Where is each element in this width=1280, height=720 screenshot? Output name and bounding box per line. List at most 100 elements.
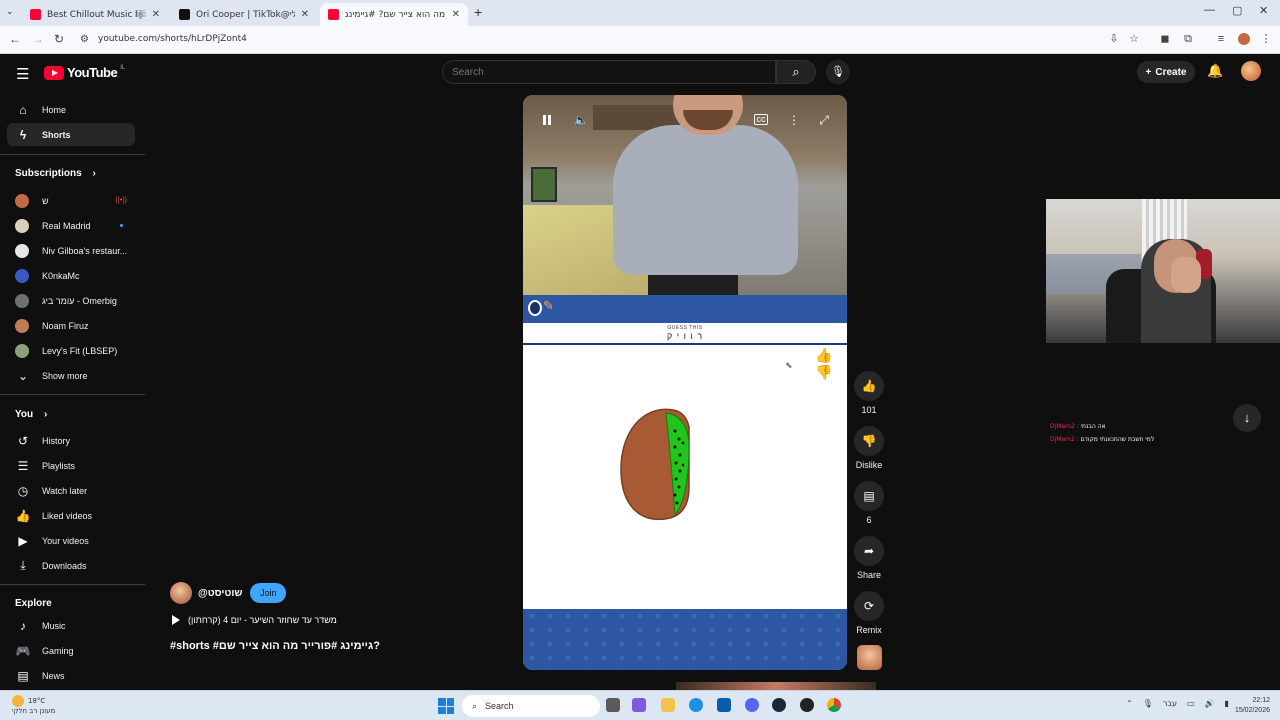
dislike-button[interactable]: 👎 Dislike: [852, 426, 886, 470]
sidebar-item-home[interactable]: ⌂ Home: [7, 98, 135, 121]
address-bar[interactable]: youtube.com/shorts/hLrDPjZont4: [98, 34, 247, 44]
search-button[interactable]: ⌕: [776, 60, 816, 84]
site-info-icon[interactable]: ⚙: [80, 34, 89, 45]
store-icon[interactable]: [717, 698, 731, 712]
browser-tab-2[interactable]: Ori Cooper | TikTok@ניצה אולי ✕: [171, 3, 317, 26]
share-icon: ➦: [854, 536, 884, 566]
sidebar-item-gaming[interactable]: 🎮 Gaming: [7, 639, 135, 662]
thumbs-up-icon: 👍: [854, 371, 884, 401]
sidebar-item-liked-videos[interactable]: 👍 Liked videos: [7, 504, 135, 527]
next-short-button[interactable]: ↓: [1233, 404, 1261, 432]
windows-start-icon[interactable]: [438, 698, 454, 714]
video-title[interactable]: #shorts #גיימינג #פורייר מה הוא צייר שם?: [170, 640, 380, 652]
sidebar-item-subscription[interactable]: עומר ביג - Omerbig: [7, 289, 135, 312]
tab-search-icon[interactable]: ⌄: [6, 6, 14, 17]
fullscreen-icon[interactable]: ⤢: [814, 112, 834, 128]
sidebar-item-subscription[interactable]: Real Madrid: [7, 214, 135, 237]
discord-icon[interactable]: [745, 698, 759, 712]
search-input[interactable]: [443, 61, 775, 83]
sidebar-item-shorts[interactable]: ϟ Shorts: [7, 123, 135, 146]
channel-avatar: [15, 218, 29, 233]
chrome-icon[interactable]: [827, 698, 841, 712]
playlist-link[interactable]: משדר עד שחוזר השיער - יום 4 (קרחתון): [172, 615, 337, 625]
extension-icon[interactable]: ◼: [1159, 33, 1171, 45]
reload-button[interactable]: ↻: [54, 32, 64, 46]
search-box[interactable]: [442, 60, 776, 84]
more-options-icon[interactable]: ⋮: [784, 112, 804, 128]
chevron-up-icon[interactable]: ⌃: [1126, 699, 1133, 708]
channel-handle[interactable]: @שוטיסט: [198, 588, 242, 599]
tab-title: Ori Cooper | TikTok@ניצה אולי: [196, 9, 295, 20]
voice-search-button[interactable]: 🎙: [826, 60, 850, 84]
share-button[interactable]: ➦ Share: [852, 536, 886, 580]
taskbar-search[interactable]: ⌕ Search: [462, 695, 600, 717]
user-avatar[interactable]: [1241, 61, 1261, 81]
sidebar-item-downloads[interactable]: ⤓ Downloads: [7, 554, 135, 577]
sidebar-item-news[interactable]: ▤ News: [7, 664, 135, 687]
subscriptions-title: Subscriptions: [15, 168, 82, 179]
sidebar-item-watch-later[interactable]: ◷ Watch later: [7, 479, 135, 502]
short-video-player[interactable]: 🔈 cc ⋮ ⤢ ✎ GUESS THIS ר ו ו י ק ⬉ 👍👎: [523, 95, 847, 670]
profile-avatar-icon[interactable]: [1238, 33, 1250, 45]
sidebar-item-label: News: [42, 670, 65, 681]
browser-menu-icon[interactable]: ⋮: [1260, 33, 1272, 45]
like-button[interactable]: 👍 101: [852, 371, 886, 415]
share-label: Share: [856, 570, 882, 580]
close-tab-icon[interactable]: ✕: [152, 9, 160, 20]
captions-icon[interactable]: cc: [754, 114, 768, 125]
network-icon[interactable]: ▭: [1187, 699, 1195, 708]
sidebar-item-playlists[interactable]: ☰ Playlists: [7, 454, 135, 477]
weather-widget[interactable]: 18°C מעונן רב חלקי: [12, 695, 55, 716]
forward-button[interactable]: →: [32, 32, 44, 46]
back-button[interactable]: ←: [9, 32, 21, 46]
close-window-button[interactable]: ✕: [1259, 4, 1268, 17]
youtube-logo[interactable]: YouTube IL: [44, 65, 125, 80]
teams-icon[interactable]: [632, 698, 646, 712]
create-button[interactable]: + Create: [1137, 61, 1195, 83]
sidebar-item-subscription[interactable]: Niv Gilboa's restaur...: [7, 239, 135, 262]
new-tab-button[interactable]: +: [474, 4, 482, 20]
show-more-button[interactable]: ⌄ Show more: [7, 364, 135, 387]
sidebar-item-history[interactable]: ↺ History: [7, 429, 135, 452]
edge-icon[interactable]: [689, 698, 703, 712]
maximize-button[interactable]: ▢: [1232, 4, 1242, 17]
menu-icon[interactable]: ☰: [16, 65, 29, 83]
steam-icon[interactable]: [772, 698, 786, 712]
channel-thumbnail[interactable]: [857, 645, 882, 670]
join-button[interactable]: Join: [250, 583, 287, 603]
browser-tab-3-active[interactable]: מה הוא צייר שם? #גיימינג # ✕: [320, 3, 468, 26]
sidebar-item-music[interactable]: ♪ Music: [7, 614, 135, 637]
close-tab-icon[interactable]: ✕: [301, 9, 309, 20]
obs-icon[interactable]: [800, 698, 814, 712]
notifications-bell-icon[interactable]: 🔔: [1207, 63, 1223, 79]
volume-icon[interactable]: 🔈: [571, 112, 591, 128]
sidebar-item-label: Noam Firuz: [42, 320, 89, 331]
sidebar-item-subscription[interactable]: Noam Firuz: [7, 314, 135, 337]
close-tab-icon[interactable]: ✕: [452, 9, 460, 20]
sidebar-item-your-videos[interactable]: ▶ Your videos: [7, 529, 135, 552]
bookmark-star-icon[interactable]: ☆: [1128, 33, 1140, 45]
comments-button[interactable]: ▤ 6: [852, 481, 886, 525]
youtube-favicon-icon: [30, 9, 41, 20]
you-heading[interactable]: You ›: [15, 409, 47, 420]
sidebar-item-subscription[interactable]: ש ((•)): [7, 189, 135, 212]
remix-button[interactable]: ⟳ Remix: [852, 591, 886, 635]
volume-tray-icon[interactable]: 🔊: [1205, 699, 1215, 708]
media-controls-icon[interactable]: ≡: [1215, 33, 1227, 45]
sidebar-item-subscription[interactable]: Levy's Fit (LBSEP): [7, 339, 135, 362]
taskbar-clock[interactable]: 22:12 15/02/2026: [1228, 696, 1270, 716]
browser-tab-1[interactable]: Best Chillout Music 🎼 LOUNGE ✕: [22, 3, 168, 26]
install-app-icon[interactable]: ⇩: [1108, 33, 1120, 45]
minimize-button[interactable]: —: [1204, 4, 1215, 16]
chat-user: DjMam2 :: [1050, 423, 1079, 430]
pause-button[interactable]: [537, 112, 557, 128]
game-bottom-bar: [523, 609, 847, 670]
file-explorer-icon[interactable]: [661, 698, 675, 712]
subscriptions-heading[interactable]: Subscriptions ›: [15, 168, 96, 179]
channel-avatar[interactable]: [170, 582, 192, 604]
extensions-puzzle-icon[interactable]: ⧉: [1182, 33, 1194, 45]
sidebar-item-subscription[interactable]: K0nkaMc: [7, 264, 135, 287]
task-view-icon[interactable]: [606, 698, 620, 712]
microphone-tray-icon[interactable]: 🎙: [1143, 699, 1153, 708]
language-indicator[interactable]: עבר: [1163, 699, 1177, 708]
